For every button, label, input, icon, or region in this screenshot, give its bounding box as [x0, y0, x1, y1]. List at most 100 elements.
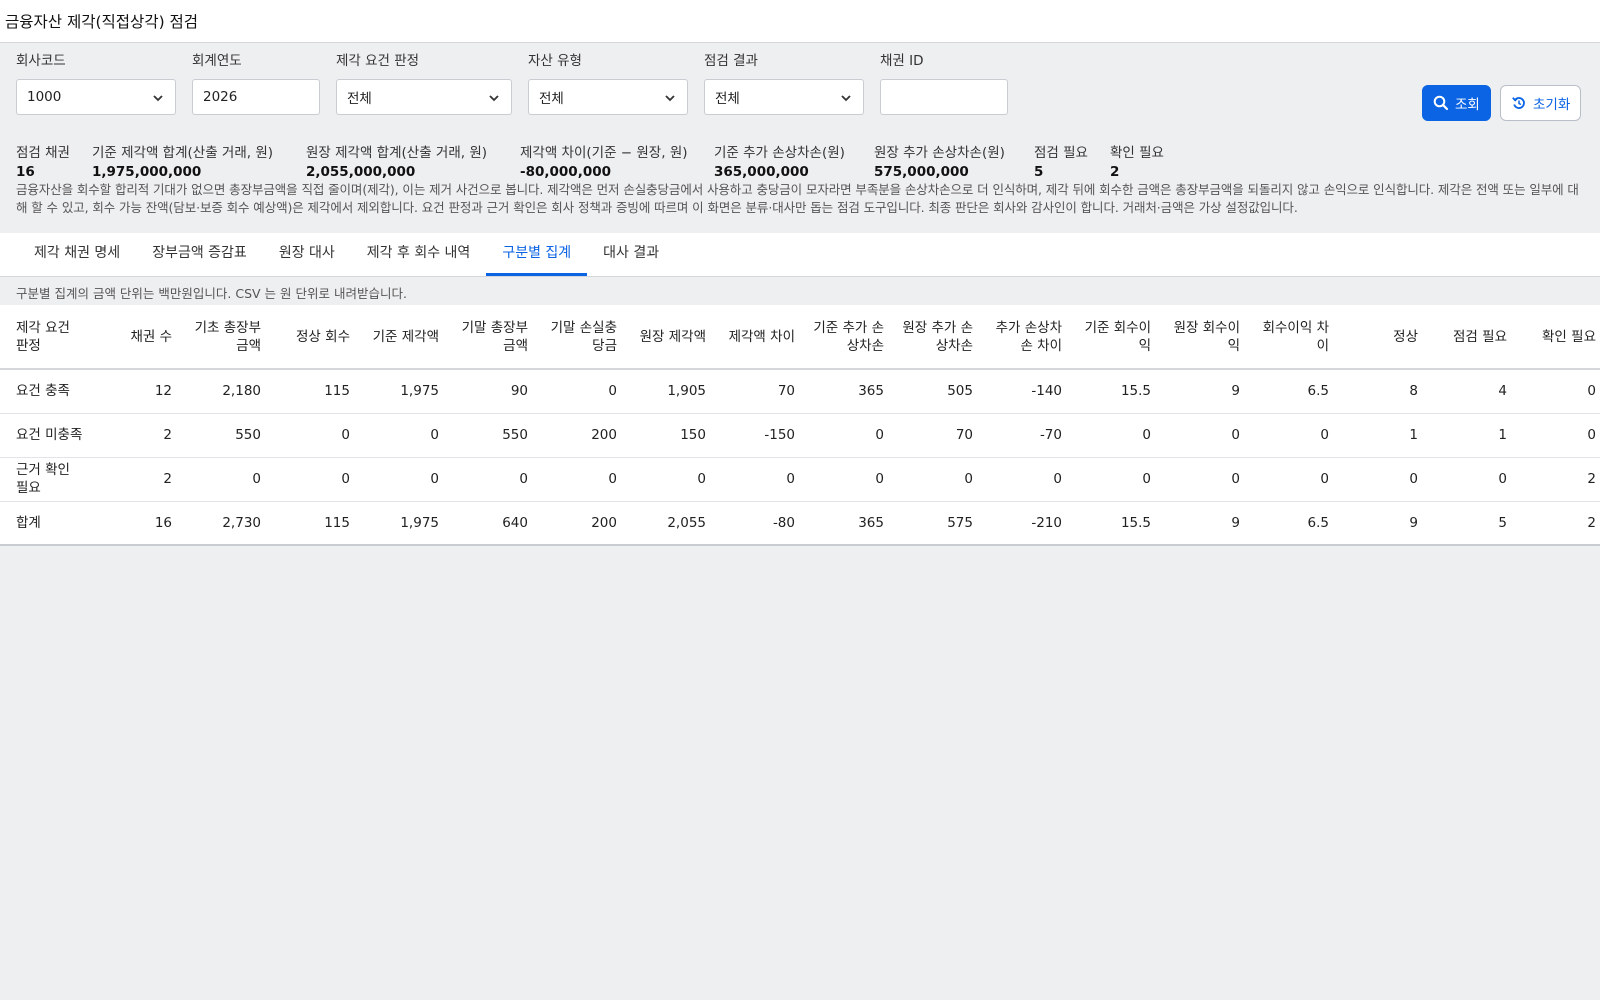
result-select[interactable]: 전체 — [704, 79, 864, 115]
summary-stat-value: -80,000,000 — [520, 164, 612, 180]
table-cell: 115 — [269, 369, 358, 414]
column-header[interactable]: 원장 추가 손상차손 — [892, 305, 981, 370]
search-button[interactable]: 조회 — [1422, 85, 1491, 121]
table-cell: 0 — [981, 457, 1070, 502]
column-header-label: 추가 손상차손 차이 — [995, 319, 1062, 354]
table-cell: 0 — [1248, 457, 1337, 502]
column-header[interactable]: 기준 추가 손상차손 — [803, 305, 892, 370]
table-cell: 2,180 — [180, 369, 269, 414]
requirement-field: 제각 요건 판정 전체 — [336, 51, 512, 115]
column-header[interactable]: 정상 — [1337, 305, 1426, 370]
column-header[interactable]: 기초 총장부금액 — [180, 305, 269, 370]
table-cell: 15.5 — [1070, 501, 1159, 546]
column-header-label: 회수이익 차이 — [1262, 319, 1329, 354]
column-header[interactable]: 기준 제각액 — [358, 305, 447, 370]
summary-stat-value: 2,055,000,000 — [306, 164, 416, 180]
column-header-label: 정상 회수 — [296, 328, 350, 345]
table-cell: 0 — [1248, 413, 1337, 458]
column-header[interactable]: 채권 수 — [94, 305, 180, 370]
table-cell: 12 — [94, 369, 180, 414]
tab-carrying-amount[interactable]: 장부금액 증감표 — [136, 232, 263, 276]
column-header[interactable]: 기준 회수이익 — [1070, 305, 1159, 370]
table-cell: 575 — [892, 501, 981, 546]
table-cell: 4 — [1426, 369, 1515, 414]
table-cell: 115 — [269, 501, 358, 546]
company-code-select[interactable]: 1000 — [16, 79, 176, 115]
column-header-label: 원장 제각액 — [639, 328, 706, 345]
bond-id-input[interactable] — [880, 79, 1008, 115]
table-cell: 0 — [1159, 457, 1248, 502]
tab-recoveries[interactable]: 제각 후 회수 내역 — [351, 232, 487, 276]
column-header-label: 기말 총장부금액 — [461, 319, 528, 354]
column-header[interactable]: 점검 필요 — [1426, 305, 1515, 370]
column-header[interactable]: 원장 제각액 — [625, 305, 714, 370]
column-header[interactable]: 추가 손상차손 차이 — [981, 305, 1070, 370]
table-cell: -150 — [714, 413, 803, 458]
column-header-label: 점검 필요 — [1453, 328, 1507, 345]
asset-type-select[interactable]: 전체 — [528, 79, 688, 115]
table-cell: 0 — [180, 457, 269, 502]
result-value: 전체 — [715, 91, 740, 107]
column-header-label: 기초 총장부금액 — [194, 319, 261, 354]
column-header[interactable]: 기말 손실충당금 — [536, 305, 625, 370]
summary-stat-value: 16 — [16, 164, 35, 180]
summary-stat-value: 1,975,000,000 — [92, 164, 202, 180]
table-cell: 90 — [447, 369, 536, 414]
column-header[interactable]: 회수이익 차이 — [1248, 305, 1337, 370]
column-header-label: 제각 요건 판정 — [16, 319, 70, 354]
row-category-cell: 요건 미충족 — [0, 413, 94, 458]
title-bar: 금융자산 제각(직접상각) 점검 — [0, 0, 1600, 43]
column-header-label: 원장 추가 손상차손 — [902, 319, 973, 354]
column-header-label: 원장 회수이익 — [1173, 319, 1240, 354]
column-header[interactable]: 제각액 차이 — [714, 305, 803, 370]
table-cell: -70 — [981, 413, 1070, 458]
summary-stat: 확인 필요 2 — [1110, 141, 1164, 180]
column-header-label: 기말 손실충당금 — [550, 319, 617, 354]
company-code-label: 회사코드 — [16, 53, 66, 69]
chevron-down-icon — [153, 95, 163, 102]
tab-ledger-recon[interactable]: 원장 대사 — [263, 232, 351, 276]
table-cell: 70 — [714, 369, 803, 414]
fiscal-year-value: 2026 — [203, 89, 238, 105]
column-header-label: 기준 추가 손상차손 — [813, 319, 884, 354]
table-cell: 0 — [1515, 369, 1600, 414]
table-cell: 0 — [536, 457, 625, 502]
table-total-row[interactable]: 합계 16 2,730 115 1,975 640 200 2,055 -80 365 575 -21… — [0, 501, 1600, 546]
tab-writeoff-list[interactable]: 제각 채권 명세 — [18, 232, 136, 276]
table-row[interactable]: 근거 확인 필요 2 0 0 0 0 0 0 0 0 0 0 0 0 0 0 0 2 — [0, 457, 1600, 502]
table-cell: 0 — [1070, 413, 1159, 458]
guidance-note: 금융자산을 회수할 합리적 기대가 없으면 총장부금액을 직접 줄이며(제각),… — [16, 182, 1579, 215]
summary-stat: 점검 필요 5 — [1034, 141, 1088, 180]
table-cell: 0 — [1159, 413, 1248, 458]
summary-stat-label: 점검 필요 — [1034, 145, 1088, 161]
fiscal-year-input[interactable]: 2026 — [192, 79, 320, 115]
table-cell: 0 — [1070, 457, 1159, 502]
fiscal-year-field: 회계연도 2026 — [192, 51, 320, 115]
requirement-select[interactable]: 전체 — [336, 79, 512, 115]
column-header[interactable]: 정상 회수 — [269, 305, 358, 370]
table-cell: 0 — [536, 369, 625, 414]
tab-recon-result[interactable]: 대사 결과 — [587, 232, 675, 276]
table-cell: 365 — [803, 369, 892, 414]
table-cell: 2,055 — [625, 501, 714, 546]
table-cell: 0 — [803, 457, 892, 502]
table-header-row: 제각 요건 판정 채권 수 기초 총장부금액 정상 회수 기준 제각액 기말 총… — [0, 305, 1600, 370]
page-title: 금융자산 제각(직접상각) 점검 — [5, 13, 199, 31]
chevron-down-icon — [841, 95, 851, 102]
table-row[interactable]: 요건 미충족 2 550 0 0 550 200 150 -150 0 70 -70 0 0 0 1 1 0 — [0, 413, 1600, 458]
reset-button[interactable]: 초기화 — [1500, 85, 1582, 121]
unit-hint: 구분별 집계의 금액 단위는 백만원입니다. CSV 는 원 단위로 내려받습니… — [0, 277, 1600, 305]
table-cell: 200 — [536, 501, 625, 546]
chevron-down-icon — [489, 95, 499, 102]
column-header[interactable]: 제각 요건 판정 — [0, 305, 94, 370]
column-header[interactable]: 기말 총장부금액 — [447, 305, 536, 370]
column-header[interactable]: 확인 필요 — [1515, 305, 1600, 370]
table-row[interactable]: 요건 충족 12 2,180 115 1,975 90 0 1,905 70 365 505 -140… — [0, 369, 1600, 414]
table-cell: 0 — [358, 457, 447, 502]
summary-stat-label: 기준 추가 손상차손(원) — [714, 145, 845, 161]
tab-category-summary[interactable]: 구분별 집계 — [486, 232, 588, 276]
column-header[interactable]: 원장 회수이익 — [1159, 305, 1248, 370]
table-cell: 150 — [625, 413, 714, 458]
table-body: 요건 충족 12 2,180 115 1,975 90 0 1,905 70 365 505 -140… — [0, 369, 1600, 546]
summary-stat-value: 5 — [1034, 164, 1044, 180]
